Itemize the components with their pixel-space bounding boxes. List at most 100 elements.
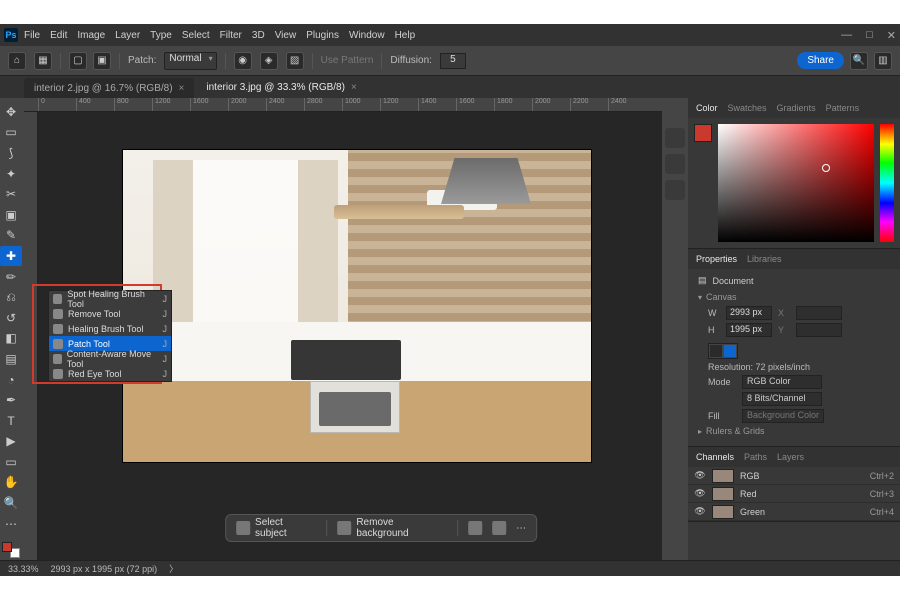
zoom-level[interactable]: 33.33%	[8, 564, 39, 574]
y-field[interactable]	[796, 323, 842, 337]
more-tools[interactable]: ⋯	[0, 514, 22, 534]
menu-image[interactable]: Image	[77, 30, 105, 41]
brushes-icon[interactable]	[665, 154, 685, 174]
document-tab[interactable]: interior 3.jpg @ 33.3% (RGB/8)×	[196, 78, 366, 98]
document-label: Document	[713, 276, 754, 286]
visibility-icon[interactable]: 👁	[694, 506, 706, 517]
type-tool[interactable]: T	[0, 411, 22, 431]
transparent-icon[interactable]: ▨	[286, 52, 304, 70]
menu-3d[interactable]: 3D	[252, 30, 265, 41]
menu-help[interactable]: Help	[395, 30, 416, 41]
chevron-right-icon[interactable]: 〉	[169, 562, 178, 575]
document-tab[interactable]: interior 2.jpg @ 16.7% (RGB/8)×	[24, 78, 194, 98]
search-icon[interactable]: 🔍	[850, 52, 868, 70]
selection-tool[interactable]: ✦	[0, 164, 22, 184]
color-field[interactable]	[718, 124, 874, 242]
hue-slider[interactable]	[880, 124, 894, 242]
path-selection-tool[interactable]: ▶	[0, 432, 22, 452]
foreground-background-color[interactable]	[0, 540, 22, 560]
destination-icon[interactable]: ◈	[260, 52, 278, 70]
tool-icon[interactable]: ▦	[34, 52, 52, 70]
history-brush-tool[interactable]: ↺	[0, 308, 22, 328]
panel-tab-channels[interactable]: Channels	[696, 452, 734, 462]
person-icon	[236, 521, 250, 535]
brush-tool[interactable]: ✏	[0, 267, 22, 287]
lasso-tool[interactable]: ⟆	[0, 143, 22, 163]
flyout-item[interactable]: Remove ToolJ	[49, 306, 171, 321]
close-tab-icon[interactable]: ×	[351, 82, 357, 93]
close-button[interactable]: ✕	[887, 29, 896, 42]
dodge-tool[interactable]: ◔	[0, 370, 22, 390]
source-icon[interactable]: ◉	[234, 52, 252, 70]
visibility-icon[interactable]: 👁	[694, 470, 706, 481]
visibility-icon[interactable]: 👁	[694, 488, 706, 499]
bit-depth-select[interactable]: 8 Bits/Channel	[742, 392, 822, 406]
panel-tab-properties[interactable]: Properties	[696, 254, 737, 264]
adjustments-icon[interactable]	[492, 521, 506, 535]
menu-select[interactable]: Select	[182, 30, 210, 41]
canvas-section-header[interactable]: Canvas	[698, 292, 890, 302]
select-subject-button[interactable]: Select subject	[236, 517, 316, 539]
menu-edit[interactable]: Edit	[50, 30, 67, 41]
flyout-item[interactable]: Spot Healing Brush ToolJ	[49, 291, 171, 306]
patch-tool[interactable]: ✚	[0, 246, 22, 266]
selection-new-icon[interactable]: ▢	[69, 52, 87, 70]
maximize-button[interactable]: □	[866, 29, 873, 42]
panel-tab-layers[interactable]: Layers	[777, 452, 804, 462]
resolution-text: Resolution: 72 pixels/inch	[708, 362, 890, 372]
share-button[interactable]: Share	[797, 52, 844, 69]
menu-file[interactable]: File	[24, 30, 40, 41]
menu-layer[interactable]: Layer	[115, 30, 140, 41]
crop-icon[interactable]	[468, 521, 482, 535]
menu-window[interactable]: Window	[349, 30, 385, 41]
workspace-icon[interactable]: ▥	[874, 52, 892, 70]
panel-tab-paths[interactable]: Paths	[744, 452, 767, 462]
foreground-swatch[interactable]	[694, 124, 712, 142]
more-icon[interactable]: ⋯	[516, 523, 526, 534]
menu-plugins[interactable]: Plugins	[306, 30, 339, 41]
x-field[interactable]	[796, 306, 842, 320]
move-tool[interactable]: ✥	[0, 102, 22, 122]
remove-background-button[interactable]: Remove background	[338, 517, 448, 539]
height-field[interactable]: 1995 px	[726, 323, 772, 337]
patch-mode-select[interactable]: Normal	[164, 52, 216, 70]
flyout-item[interactable]: Healing Brush ToolJ	[49, 321, 171, 336]
marquee-tool[interactable]: ▭	[0, 123, 22, 143]
menu-view[interactable]: View	[275, 30, 297, 41]
panel-tab-patterns[interactable]: Patterns	[826, 103, 860, 113]
clone-stamp-tool[interactable]: ⎌	[0, 287, 22, 307]
eyedropper-tool[interactable]: ✎	[0, 226, 22, 246]
minimize-button[interactable]: —	[841, 29, 852, 42]
fill-select[interactable]: Background Color	[742, 409, 824, 423]
crop-tool[interactable]: ✂	[0, 184, 22, 204]
panel-tab-gradients[interactable]: Gradients	[777, 103, 816, 113]
panel-tab-color[interactable]: Color	[696, 103, 718, 113]
selection-add-icon[interactable]: ▣	[93, 52, 111, 70]
panel-tab-swatches[interactable]: Swatches	[728, 103, 767, 113]
color-mode-select[interactable]: RGB Color	[742, 375, 822, 389]
orientation-anchors[interactable]	[708, 343, 738, 359]
flyout-item[interactable]: Red Eye ToolJ	[49, 366, 171, 381]
menu-filter[interactable]: Filter	[220, 30, 242, 41]
document-image	[123, 150, 591, 462]
hand-tool[interactable]: ✋	[0, 473, 22, 493]
history-icon[interactable]	[665, 180, 685, 200]
rulers-grids-header[interactable]: Rulers & Grids	[698, 426, 890, 436]
eraser-tool[interactable]: ◧	[0, 329, 22, 349]
home-icon[interactable]: ⌂	[8, 52, 26, 70]
channel-row[interactable]: 👁RedCtrl+3	[688, 485, 900, 503]
menu-type[interactable]: Type	[150, 30, 172, 41]
pen-tool[interactable]: ✒	[0, 390, 22, 410]
zoom-tool[interactable]: 🔍	[0, 493, 22, 513]
shape-tool[interactable]: ▭	[0, 452, 22, 472]
channel-row[interactable]: 👁RGBCtrl+2	[688, 467, 900, 485]
histogram-icon[interactable]	[665, 128, 685, 148]
close-tab-icon[interactable]: ×	[179, 83, 185, 94]
diffusion-value[interactable]: 5	[440, 53, 466, 69]
frame-tool[interactable]: ▣	[0, 205, 22, 225]
gradient-tool[interactable]: ▤	[0, 349, 22, 369]
flyout-item[interactable]: Content-Aware Move ToolJ	[49, 351, 171, 366]
channel-row[interactable]: 👁GreenCtrl+4	[688, 503, 900, 521]
panel-tab-libraries[interactable]: Libraries	[747, 254, 782, 264]
width-field[interactable]: 2993 px	[726, 306, 772, 320]
